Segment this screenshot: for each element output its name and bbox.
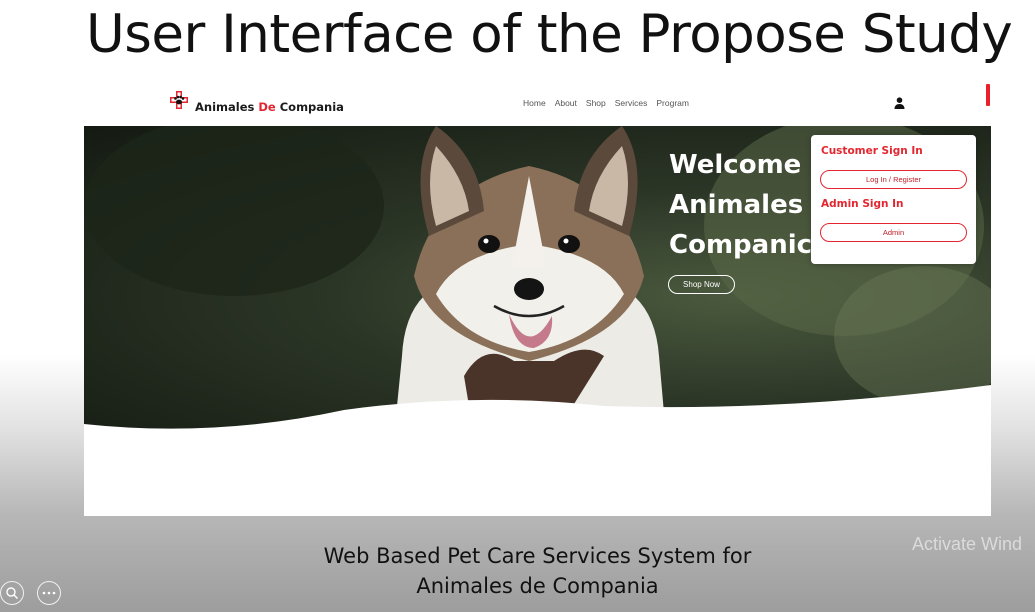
nav-link-about[interactable]: About (555, 98, 577, 108)
cross-paw-logo-icon (168, 90, 190, 117)
site-navbar: Animales De Compania Home About Shop Ser… (84, 80, 991, 126)
slide-title: User Interface of the Propose Study (86, 4, 1013, 65)
slide-caption-line1: Web Based Pet Care Services System for (323, 544, 752, 568)
nav-link-services[interactable]: Services (615, 98, 648, 108)
sign-in-dropdown: Customer Sign In Log In / Register Admin… (811, 135, 976, 264)
more-options-icon[interactable] (37, 581, 61, 605)
hero-wave-divider (84, 385, 991, 516)
site-brand[interactable]: Animales De Compania (168, 90, 344, 117)
brand-name: Animales De Compania (195, 100, 344, 114)
hero-heading-line2: Animales (669, 190, 804, 220)
user-icon[interactable] (894, 96, 905, 114)
zoom-icon[interactable] (0, 581, 24, 605)
brand-name-part1: Animales (195, 99, 259, 114)
nav-link-shop[interactable]: Shop (586, 98, 606, 108)
admin-login-button[interactable]: Admin (820, 223, 967, 242)
brand-name-part3: Compania (275, 99, 344, 114)
website-screenshot: Animales De Compania Home About Shop Ser… (84, 80, 991, 516)
hero-heading-line3: Companic (669, 230, 813, 260)
site-nav-links: Home About Shop Services Program (523, 98, 689, 108)
activation-watermark: Activate Wind (912, 534, 1023, 554)
nav-link-home[interactable]: Home (523, 98, 546, 108)
brand-name-accent: De (258, 99, 276, 114)
admin-sign-in-heading: Admin Sign In (821, 198, 904, 210)
nav-link-program[interactable]: Program (656, 98, 689, 108)
slide-caption-line2: Animales de Compania (416, 574, 659, 598)
scroll-indicator[interactable] (986, 84, 990, 106)
hero-heading-line1: Welcome (669, 150, 802, 180)
shop-now-button[interactable]: Shop Now (668, 275, 735, 294)
customer-sign-in-heading: Customer Sign In (821, 145, 923, 157)
hero-heading: Welcome Animales Companic (669, 145, 812, 265)
customer-login-register-button[interactable]: Log In / Register (820, 170, 967, 189)
